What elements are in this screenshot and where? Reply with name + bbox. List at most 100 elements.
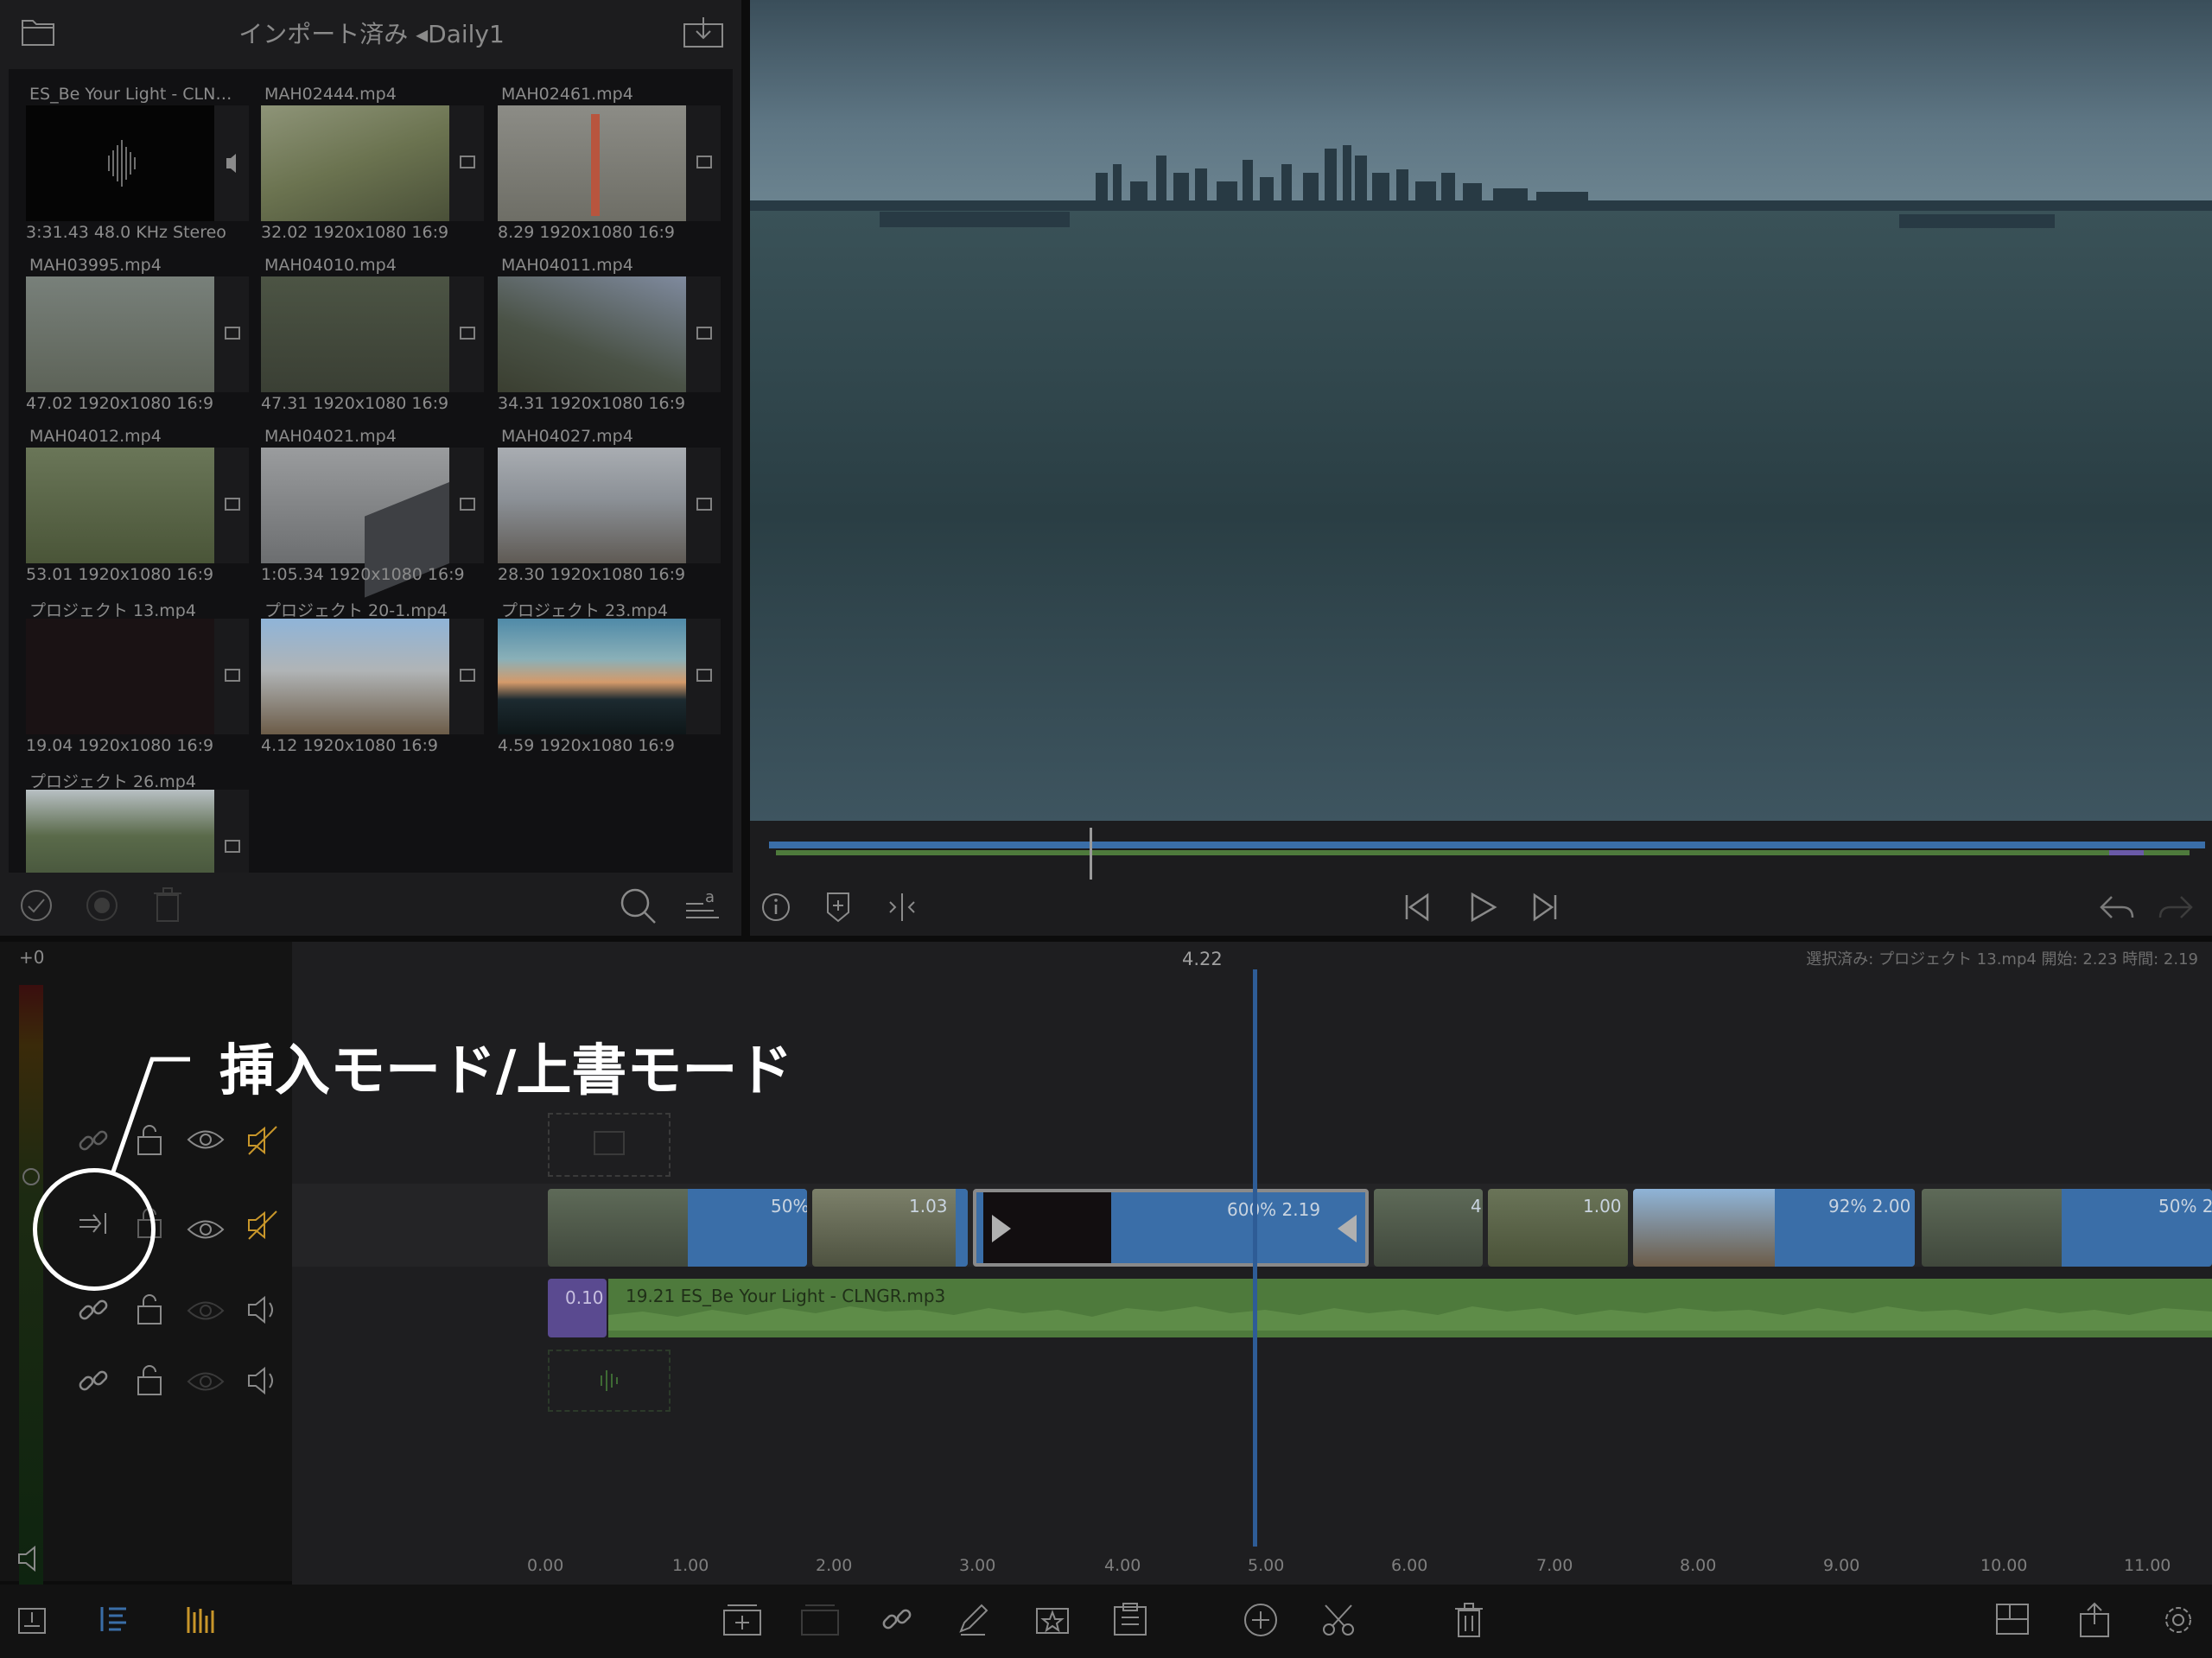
clip-thumbnail — [261, 448, 449, 598]
media-clip[interactable]: プロジェクト 23.mp4 4.59 1920x1080 16:9 — [480, 589, 721, 755]
muted-speaker-icon[interactable] — [245, 1123, 280, 1158]
marker-icon[interactable] — [824, 892, 852, 923]
media-clip[interactable]: MAH02461.mp4 8.29 1920x1080 16:9 — [480, 76, 721, 242]
link-icon[interactable] — [76, 1363, 111, 1398]
speaker-icon[interactable] — [245, 1293, 280, 1327]
lock-icon[interactable] — [135, 1363, 164, 1398]
clip-meta: 4.59 1920x1080 16:9 — [498, 736, 676, 755]
media-clip[interactable]: プロジェクト 20-1.mp4 4.12 1920x1080 16:9 — [244, 589, 484, 755]
add-track-icon[interactable] — [16, 1602, 50, 1636]
scissors-icon[interactable] — [1320, 1602, 1357, 1638]
speaker-icon[interactable] — [245, 1363, 280, 1398]
video-clip-icon — [686, 105, 721, 221]
skip-forward-icon[interactable] — [1529, 892, 1560, 923]
clip-thumbnail — [26, 619, 214, 734]
timeline-video-clip[interactable]: 4 — [1374, 1189, 1483, 1267]
play-icon[interactable] — [1467, 892, 1498, 923]
share-icon[interactable] — [2077, 1602, 2112, 1638]
sort-icon[interactable]: a — [684, 885, 722, 923]
timeline-playhead[interactable] — [1253, 969, 1257, 1585]
clip-name: MAH04027.mp4 — [501, 427, 633, 446]
muted-speaker-icon[interactable] — [245, 1208, 280, 1242]
timeline-video-clip[interactable]: 1.00 — [1488, 1189, 1628, 1267]
pencil-icon[interactable] — [956, 1602, 990, 1636]
timeline-video-clip[interactable]: 50% — [548, 1189, 807, 1267]
overview-playhead[interactable] — [1090, 828, 1092, 880]
track-list-icon[interactable] — [97, 1602, 131, 1636]
add-icon[interactable] — [1243, 1602, 1279, 1638]
audio-level-meter — [19, 985, 43, 1590]
audio-fade-in[interactable]: 0.10 — [548, 1279, 607, 1337]
eye-icon[interactable] — [187, 1217, 225, 1242]
preview-viewer[interactable] — [750, 0, 2212, 821]
clip-thumbnail — [261, 105, 449, 221]
clip-meta: 4.12 1920x1080 16:9 — [261, 736, 439, 755]
lock-icon[interactable] — [135, 1293, 164, 1327]
media-clip[interactable]: MAH04021.mp4 1:05.34 1920x1080 16:9 — [244, 418, 484, 598]
clip-meta: 28.30 1920x1080 16:9 — [498, 565, 686, 584]
video-clip-icon — [449, 105, 484, 221]
timeline-overview-marker — [2109, 850, 2144, 855]
redo-icon[interactable] — [2157, 893, 2195, 923]
media-browser-footer: a — [0, 873, 741, 936]
clip-thumbnail — [498, 619, 686, 734]
record-icon[interactable] — [85, 888, 119, 923]
annotation-label: 挿入モード/上書モード — [219, 1039, 793, 1103]
search-icon[interactable] — [619, 886, 658, 924]
media-clip[interactable]: MAH03995.mp4 47.02 1920x1080 16:9 — [9, 247, 249, 413]
info-icon[interactable] — [760, 892, 791, 923]
eye-icon[interactable] — [187, 1298, 225, 1324]
clip-name: プロジェクト 26.mp4 — [29, 772, 196, 791]
trash-icon[interactable] — [152, 886, 183, 923]
media-clip[interactable]: ES_Be Your Light - CLNG... 3:31.43 48.0 … — [9, 76, 249, 242]
link-icon[interactable] — [76, 1293, 111, 1327]
media-clip[interactable]: MAH04011.mp4 34.31 1920x1080 16:9 — [480, 247, 721, 413]
eye-icon[interactable] — [187, 1369, 225, 1394]
clip-meta: 1:05.34 1920x1080 16:9 — [261, 565, 465, 584]
clip-thumbnail — [261, 619, 449, 734]
media-clip[interactable]: MAH04027.mp4 28.30 1920x1080 16:9 — [480, 418, 721, 584]
timeline-video-clip[interactable]: 1.03 — [812, 1189, 968, 1267]
effects-icon[interactable] — [1033, 1602, 1071, 1636]
clip-name: MAH02444.mp4 — [264, 85, 397, 104]
clip-name: ES_Be Your Light - CLNG... — [29, 85, 237, 104]
import-icon[interactable] — [683, 16, 724, 48]
layout-icon[interactable] — [1994, 1602, 2031, 1636]
folder-icon[interactable] — [21, 16, 55, 47]
ruler-tick-label: 9.00 — [1823, 1556, 1860, 1575]
selected-timeline-clip[interactable]: 600% 2.19 — [973, 1189, 1369, 1267]
media-browser-title[interactable]: インポート済み ◂Daily1 — [156, 16, 588, 50]
level-meter-knob[interactable] — [22, 1168, 40, 1185]
split-icon[interactable] — [887, 892, 918, 923]
check-icon[interactable] — [19, 888, 54, 923]
link-tool-icon[interactable] — [880, 1602, 914, 1636]
clipboard-icon[interactable] — [1111, 1602, 1149, 1636]
title-track-placeholder[interactable] — [548, 1113, 671, 1177]
clip-name: MAH04012.mp4 — [29, 427, 162, 446]
skip-back-icon[interactable] — [1402, 892, 1433, 923]
master-volume-icon[interactable] — [16, 1543, 47, 1574]
clip-duration-label: 1.03 — [909, 1196, 948, 1217]
clip-name: MAH04011.mp4 — [501, 256, 633, 275]
insert-clip-icon[interactable] — [721, 1602, 764, 1636]
media-clip[interactable]: MAH04010.mp4 47.31 1920x1080 16:9 — [244, 247, 484, 413]
timeline-overview-audio — [776, 850, 2190, 855]
audio-track-placeholder[interactable] — [548, 1350, 671, 1412]
media-clip[interactable]: MAH02444.mp4 32.02 1920x1080 16:9 — [244, 76, 484, 242]
timeline-video-clip[interactable]: 92% 2.00 — [1633, 1189, 1915, 1267]
delete-icon[interactable] — [1453, 1602, 1484, 1638]
timeline-audio-clip[interactable]: 19.21 ES_Be Your Light - CLNGR.mp3 — [608, 1279, 2212, 1337]
media-clip[interactable]: MAH04012.mp4 53.01 1920x1080 16:9 — [9, 418, 249, 584]
media-clip[interactable]: プロジェクト 26.mp4 — [9, 760, 249, 873]
settings-icon[interactable] — [2160, 1602, 2196, 1638]
audio-level-offset: +0 — [19, 947, 45, 968]
media-clip[interactable]: プロジェクト 13.mp4 19.04 1920x1080 16:9 — [9, 589, 249, 755]
timeline-video-clip[interactable]: 50% 2. — [1922, 1189, 2212, 1267]
undo-icon[interactable] — [2098, 893, 2136, 923]
replace-clip-icon[interactable] — [798, 1602, 842, 1636]
clip-thumbnail — [498, 448, 686, 563]
clip-name: プロジェクト 23.mp4 — [501, 601, 668, 620]
clip-thumbnail — [498, 276, 686, 392]
clip-thumbnail — [26, 790, 214, 873]
audio-meter-icon[interactable] — [183, 1602, 218, 1636]
